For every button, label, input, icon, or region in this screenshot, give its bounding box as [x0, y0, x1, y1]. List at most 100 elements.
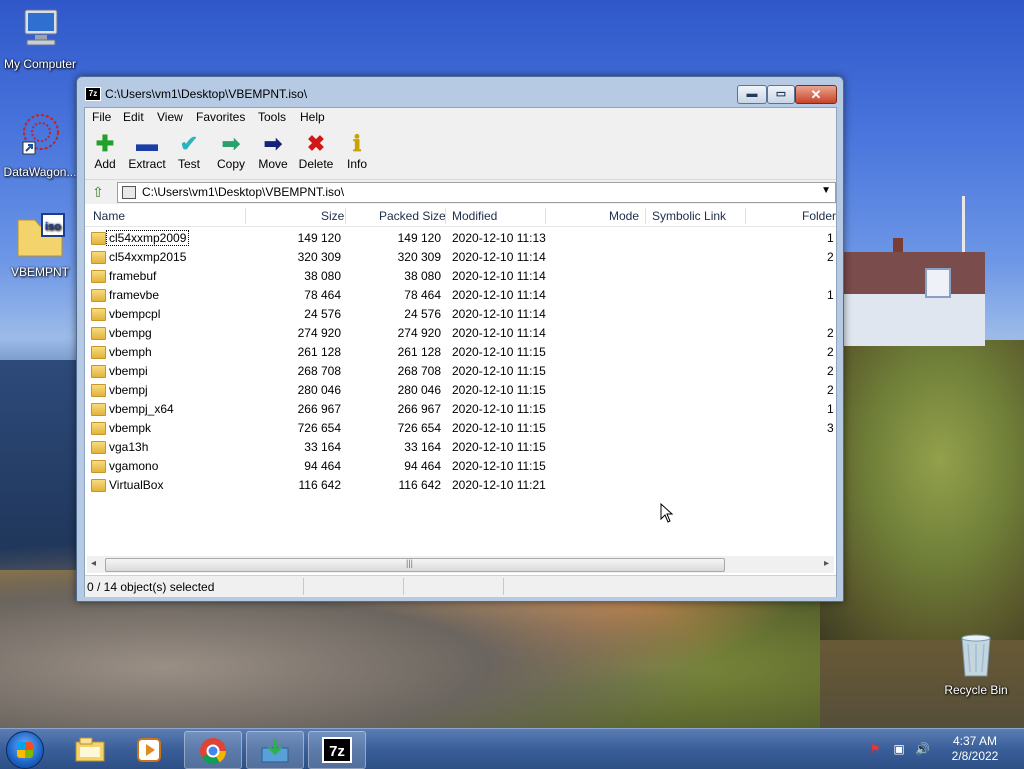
windows-logo-icon [17, 742, 33, 758]
column-modified[interactable]: Modified [452, 209, 497, 223]
column-folders[interactable]: Folder [802, 209, 836, 223]
iso-badge-text: iso [45, 221, 61, 233]
table-row[interactable]: VirtualBox 116 642 116 642 2020-12-10 11… [85, 476, 836, 495]
desktop-icon-datawagon[interactable]: DataWagon... [0, 112, 80, 179]
desktop-icon-label: Recycle Bin [944, 683, 1008, 697]
file-name: framevbe [109, 288, 160, 302]
file-modified: 2020-12-10 11:15 [452, 459, 546, 473]
file-size: 726 654 [297, 421, 341, 435]
address-field[interactable]: C:\Users\vm1\Desktop\VBEMPNT.iso\ ▼ [117, 182, 836, 203]
menu-help[interactable]: Help [300, 110, 325, 124]
iso-disk-icon: iso [17, 213, 65, 257]
file-size: 280 046 [297, 383, 341, 397]
delete-button[interactable]: ✖ Delete [294, 131, 338, 171]
taskbar-chrome[interactable] [184, 731, 242, 769]
test-label: Test [177, 157, 200, 171]
table-row[interactable]: framebuf 38 080 38 080 2020-12-10 11:14 [85, 267, 836, 286]
desktop-icon-label: DataWagon... [3, 165, 77, 179]
window-titlebar[interactable]: 7z C:\Users\vm1\Desktop\VBEMPNT.iso\ ▬ ▭… [77, 77, 843, 107]
scroll-right-icon[interactable]: ▸ [824, 558, 829, 569]
file-size: 268 708 [297, 364, 341, 378]
desktop-icon-recycle-bin[interactable]: Recycle Bin [936, 632, 1016, 697]
file-packed-size: 94 464 [404, 459, 441, 473]
menu-favorites[interactable]: Favorites [196, 110, 245, 124]
menu-tools[interactable]: Tools [258, 110, 286, 124]
scroll-left-icon[interactable]: ◂ [91, 558, 96, 569]
delete-label: Delete [298, 157, 334, 171]
maximize-button[interactable]: ▭ [767, 85, 795, 104]
file-packed-size: 280 046 [397, 383, 441, 397]
menu-file[interactable]: File [92, 110, 111, 124]
table-row[interactable]: framevbe 78 464 78 464 2020-12-10 11:14 … [85, 286, 836, 305]
file-size: 274 920 [297, 326, 341, 340]
file-name: vbempj [109, 383, 148, 397]
network-icon[interactable]: ▣ [892, 742, 906, 756]
table-row[interactable]: cl54xxmp2009 149 120 149 120 2020-12-10 … [85, 229, 836, 248]
file-folders: 2 [827, 364, 834, 378]
taskbar-explorer[interactable] [62, 731, 118, 767]
add-button[interactable]: ✚ Add [85, 131, 125, 171]
folder-icon [91, 327, 106, 340]
table-row[interactable]: vgamono 94 464 94 464 2020-12-10 11:15 [85, 457, 836, 476]
taskbar-7zip[interactable]: 7z [308, 731, 366, 769]
file-name: vbempk [109, 421, 152, 435]
move-button[interactable]: ➡ Move [253, 131, 293, 171]
media-player-icon [137, 738, 161, 762]
7zip-window[interactable]: 7z C:\Users\vm1\Desktop\VBEMPNT.iso\ ▬ ▭… [76, 76, 844, 602]
table-row[interactable]: vbempi 268 708 268 708 2020-12-10 11:15 … [85, 362, 836, 381]
table-row[interactable]: cl54xxmp2015 320 309 320 309 2020-12-10 … [85, 248, 836, 267]
add-icon: ✚ [95, 131, 115, 156]
file-packed-size: 266 967 [397, 402, 441, 416]
file-folders: 2 [827, 250, 834, 264]
file-name: framebuf [109, 269, 157, 283]
table-row[interactable]: vbempg 274 920 274 920 2020-12-10 11:14 … [85, 324, 836, 343]
info-button[interactable]: ℹ Info [337, 131, 377, 171]
copy-icon: ➡ [221, 131, 241, 156]
column-size[interactable]: Size [321, 209, 344, 223]
taskbar-installer[interactable] [246, 731, 304, 769]
file-packed-size: 274 920 [397, 326, 441, 340]
file-size: 261 128 [297, 345, 341, 359]
chevron-down-icon[interactable]: ▼ [821, 185, 831, 196]
window-client: File Edit View Favorites Tools Help ✚ Ad… [84, 107, 837, 597]
file-modified: 2020-12-10 11:15 [452, 440, 546, 454]
column-name[interactable]: Name [93, 209, 125, 223]
close-button[interactable]: ✕ [795, 85, 837, 104]
file-packed-size: 24 576 [404, 307, 441, 321]
menu-edit[interactable]: Edit [123, 110, 144, 124]
table-row[interactable]: vga13h 33 164 33 164 2020-12-10 11:15 [85, 438, 836, 457]
file-packed-size: 261 128 [397, 345, 441, 359]
file-folders: 1 [827, 402, 834, 416]
7zip-icon: 7z [322, 737, 352, 763]
desktop-icon-my-computer[interactable]: My Computer [0, 8, 80, 71]
desktop-icon-vbempnt[interactable]: iso VBEMPNT [0, 212, 80, 279]
table-row[interactable]: vbempcpl 24 576 24 576 2020-12-10 11:14 [85, 305, 836, 324]
menu-view[interactable]: View [157, 110, 183, 124]
extract-button[interactable]: ▬ Extract [125, 131, 169, 171]
clock-time: 4:37 AM [952, 734, 998, 748]
scrollbar-thumb[interactable]: ||| [105, 558, 725, 572]
taskbar-clock[interactable]: 4:37 AM 2/8/2022 [940, 734, 1010, 764]
test-icon: ✔ [179, 131, 199, 156]
table-row[interactable]: vbempj 280 046 280 046 2020-12-10 11:15 … [85, 381, 836, 400]
column-symbolic-link[interactable]: Symbolic Link [652, 209, 726, 223]
up-folder-button[interactable]: ⇧ [89, 183, 107, 201]
archive-icon [122, 186, 136, 199]
horizontal-scrollbar[interactable]: ◂ ||| ▸ [87, 556, 834, 573]
copy-button[interactable]: ➡ Copy [211, 131, 251, 171]
minimize-button[interactable]: ▬ [737, 85, 767, 104]
action-center-flag-icon[interactable]: ⚑ [868, 742, 882, 756]
table-row[interactable]: vbempk 726 654 726 654 2020-12-10 11:15 … [85, 419, 836, 438]
table-row[interactable]: vbemph 261 128 261 128 2020-12-10 11:15 … [85, 343, 836, 362]
volume-icon[interactable]: 🔊 [915, 742, 930, 756]
column-mode[interactable]: Mode [609, 209, 639, 223]
column-packed-size[interactable]: Packed Size [379, 209, 446, 223]
start-button[interactable] [6, 731, 44, 769]
table-row[interactable]: vbempj_x64 266 967 266 967 2020-12-10 11… [85, 400, 836, 419]
taskbar-media-player[interactable] [122, 731, 178, 767]
file-modified: 2020-12-10 11:15 [452, 345, 546, 359]
file-size: 33 164 [304, 440, 341, 454]
delete-icon: ✖ [306, 131, 326, 156]
test-button[interactable]: ✔ Test [169, 131, 209, 171]
file-size: 149 120 [297, 231, 341, 245]
